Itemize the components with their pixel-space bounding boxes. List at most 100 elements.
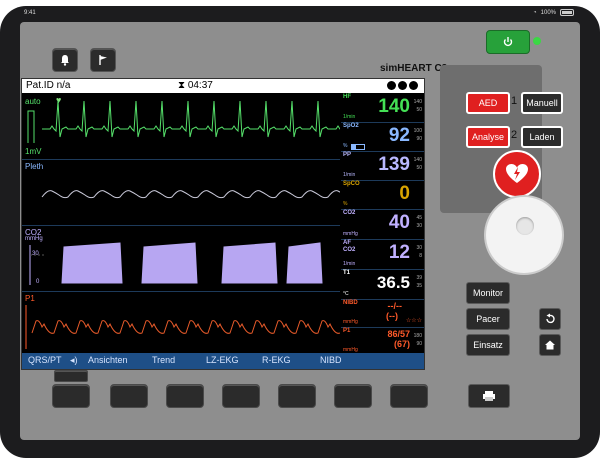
softkey-button-4[interactable] (222, 384, 260, 408)
af-label: AF (343, 240, 351, 246)
softkey-button-3[interactable] (166, 384, 204, 408)
battery-percent: 100% (540, 9, 556, 16)
patient-icon (387, 81, 396, 90)
softkey-notch-1 (54, 370, 88, 382)
speaker-icon: ◂) (70, 355, 78, 365)
ios-status-bar: 9:41 ◔ 100% (0, 6, 600, 20)
softkey-qrs-label: QRS/PT (28, 355, 62, 365)
softkey-button-1[interactable] (52, 384, 90, 408)
printer-icon (483, 391, 495, 401)
p1-upper-limit: 180 (413, 333, 422, 339)
hf-lower-limit: 50 (416, 107, 422, 113)
af-unit: 1/min (343, 261, 356, 267)
pp-value: 139 (378, 154, 410, 175)
param-spo2[interactable]: SpO2 % 92 100 90 (341, 122, 424, 152)
hf-unit: 1/min (343, 114, 356, 120)
brand-label: simHEART C3 (380, 63, 448, 74)
param-spco[interactable]: SpCO % 0 (341, 180, 424, 210)
return-arrow-icon (546, 313, 555, 324)
spco-unit: % (343, 201, 348, 207)
hourglass-icon: ⧗ (178, 80, 188, 91)
p1-lower-limit: 90 (416, 341, 422, 347)
param-co2[interactable]: CO2 mmHg 40 45 30 (341, 209, 424, 240)
spco-label: SpCO (343, 181, 360, 187)
param-hf[interactable]: HF 1/min 140 140 50 (341, 93, 424, 123)
flag-icon (99, 55, 107, 65)
spo2-label: SpO2 (343, 123, 359, 129)
t1-value: 36.5 (376, 273, 410, 292)
softkey-button-7[interactable] (390, 384, 428, 408)
heart-status-icon (409, 81, 418, 90)
param-nibd[interactable]: NIBD mmHg --/-- (--) ☆☆☆ (341, 299, 424, 328)
softkey-ansichten-label: Ansichten (88, 355, 128, 365)
softkey-label-bar: QRS/PT ◂) Ansichten Trend LZ-EKG R-EKG N… (22, 353, 424, 369)
spo2-upper-limit: 100 (413, 128, 422, 134)
wifi-icon: ◔ (533, 9, 537, 16)
power-led (533, 37, 541, 45)
param-af[interactable]: AF CO2 1/min 12 30 8 (341, 239, 424, 270)
aed-mode-button[interactable]: AED (466, 92, 510, 114)
co2-lower-limit: 30 (416, 223, 422, 229)
param-t1[interactable]: T1 °C 36.5 39 35 (341, 269, 424, 300)
p1-mean: (67) (393, 339, 410, 349)
af-source-label: CO2 (343, 247, 356, 253)
home-icon (545, 340, 555, 350)
nibd-value: --/-- (387, 301, 403, 311)
nibd-interval-indicator: ☆☆☆ (405, 318, 422, 324)
spo2-value: 92 (388, 125, 410, 146)
back-button[interactable] (539, 308, 561, 330)
einsatz-button[interactable]: Einsatz (466, 334, 510, 356)
alarm-bell-button[interactable] (52, 48, 78, 72)
softkey-nibd-label: NIBD (320, 355, 342, 365)
pacer-button[interactable]: Pacer (466, 308, 510, 330)
hf-label: HF (343, 94, 351, 100)
monitor-button[interactable]: Monitor (466, 282, 510, 304)
co2-upper-limit: 45 (416, 215, 422, 221)
charge-button[interactable]: Laden (521, 126, 563, 148)
pleth-trace (41, 190, 340, 199)
pleth-waveform-panel: Pleth (22, 159, 340, 226)
pp-label: PP (343, 152, 352, 158)
softkey-button-2[interactable] (110, 384, 148, 408)
spco-value: 0 (399, 183, 410, 204)
event-flag-button[interactable] (90, 48, 116, 72)
af-value: 12 (388, 242, 410, 263)
p1-value: 86/57 (387, 329, 410, 339)
ecg-trace (27, 100, 340, 143)
status-time: 9:41 (24, 10, 36, 16)
sensor-icon (398, 81, 407, 90)
knob-grip (516, 217, 534, 235)
softkey-button-5[interactable] (278, 384, 316, 408)
af-upper-limit: 30 (416, 245, 422, 251)
nibd-label: NIBD (343, 300, 358, 306)
spo2-lower-limit: 90 (416, 136, 422, 142)
capnography-trace (29, 242, 323, 285)
analyse-button[interactable]: Analyse (466, 126, 510, 148)
softkey-button-6[interactable] (334, 384, 372, 408)
co2-unit: mmHg (343, 231, 358, 237)
t1-label: T1 (343, 270, 351, 276)
power-icon (503, 37, 513, 47)
home-button[interactable] (539, 334, 561, 356)
shock-button[interactable] (493, 150, 541, 198)
co2-waveform-panel: CO2 mmHg 30 0 (22, 225, 340, 292)
p1-waveform-panel: P1 (22, 291, 340, 355)
manual-mode-button[interactable]: Manuell (521, 92, 563, 114)
patient-id: Pat.ID n/a (26, 80, 71, 91)
softkey-lz-ekg-label: LZ-EKG (206, 355, 239, 365)
param-p1[interactable]: P1 mmHg 86/57 (67) 180 90 (341, 327, 424, 355)
step-2-label: 2 (511, 129, 518, 141)
param-pp[interactable]: PP 1/min 139 140 50 (341, 151, 424, 181)
hf-upper-limit: 140 (413, 99, 422, 105)
pp-unit: 1/min (343, 172, 356, 178)
t1-lower-limit: 35 (416, 283, 422, 289)
power-button[interactable] (486, 30, 530, 54)
elapsed-timer: 04:37 (187, 80, 213, 91)
af-lower-limit: 8 (419, 253, 422, 259)
print-button[interactable] (468, 384, 510, 408)
monitor-title-bar: Pat.ID n/a ⧗ 04:37 (22, 79, 424, 93)
t1-upper-limit: 39 (416, 275, 422, 281)
softkey-r-ekg-label: R-EKG (262, 355, 291, 365)
hf-value: 140 (378, 96, 410, 117)
energy-rotary-knob[interactable] (486, 197, 562, 273)
